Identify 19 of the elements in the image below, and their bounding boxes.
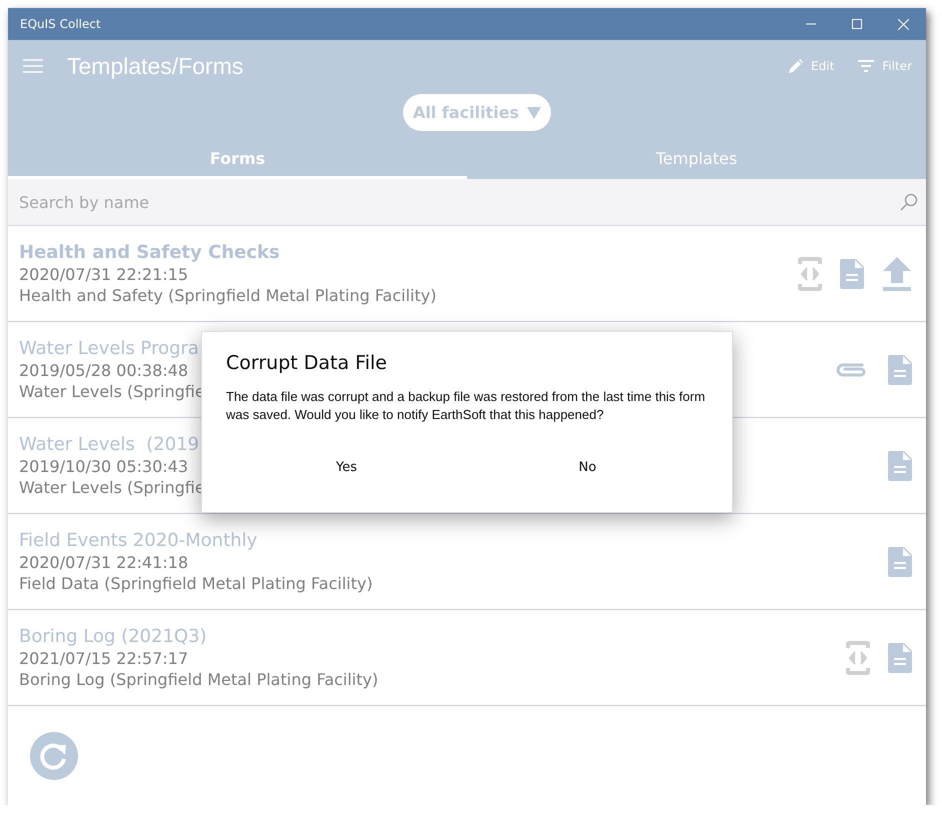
form-title: Water Levels Progra: [19, 338, 199, 359]
form-template: Health and Safety (Springfield Metal Plating Facility): [19, 286, 436, 305]
form-date: 2020/07/31 22:41:18: [19, 553, 188, 572]
form-date: 2021/07/15 22:57:17: [19, 649, 188, 668]
form-date: 2019/05/28 00:38:48: [19, 361, 188, 380]
dialog-message: The data file was corrupt and a backup file was restored from the last time this form was saved. Would you like to notify EarthSoft that this happened?: [226, 388, 706, 424]
page-title: Templates/Forms: [67, 52, 244, 80]
form-title: Boring Log (2021Q3): [19, 626, 207, 647]
dialog-title: Corrupt Data File: [226, 352, 388, 374]
window-title: EQuIS Collect: [20, 17, 102, 31]
form-template: Water Levels (Springfie: [19, 478, 205, 497]
form-date: 2019/10/30 05:30:43: [19, 457, 188, 476]
form-title: Field Events 2020-Monthly: [19, 530, 258, 551]
form-date: 2020/07/31 22:21:15: [19, 265, 188, 284]
form-template: Water Levels (Springfie: [19, 382, 205, 401]
form-title: Water Levels (2019: [19, 434, 200, 455]
form-template: Boring Log (Springfield Metal Plating Facility): [19, 670, 378, 689]
form-template: Field Data (Springfield Metal Plating Facility): [19, 574, 373, 593]
form-title: Health and Safety Checks: [19, 242, 280, 263]
